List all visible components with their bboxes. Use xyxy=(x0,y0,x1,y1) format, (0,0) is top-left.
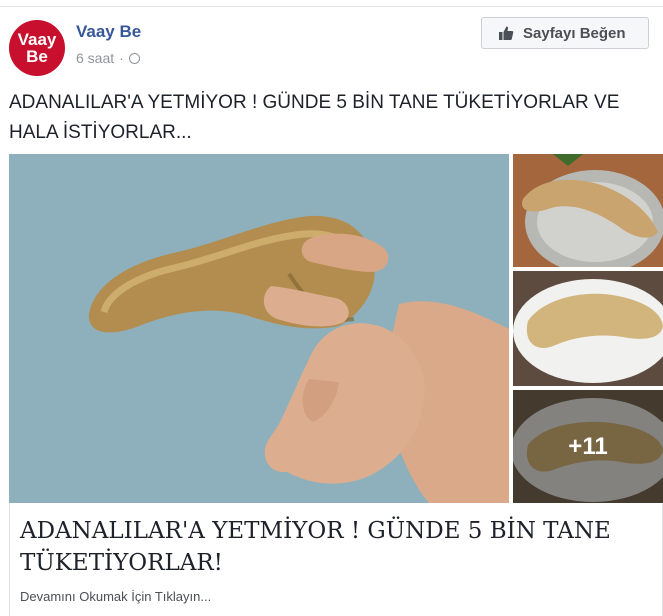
globe-icon xyxy=(128,52,140,64)
page-name-link[interactable]: Vaay Be xyxy=(76,22,141,42)
post-time[interactable]: 6 saat xyxy=(76,50,114,66)
thumbnail-1[interactable] xyxy=(513,154,663,267)
avatar-text-line1: Vaay xyxy=(17,30,57,49)
thumbnail-strip: +11 xyxy=(513,154,663,503)
link-preview[interactable]: ADANALILAR'A YETMİYOR ! GÜNDE 5 BİN TANE… xyxy=(9,503,663,616)
meta-separator: · xyxy=(119,50,124,66)
link-title[interactable]: ADANALILAR'A YETMİYOR ! GÜNDE 5 BİN TANE… xyxy=(20,515,640,579)
top-divider xyxy=(0,0,663,7)
post-media[interactable]: +11 xyxy=(9,154,663,503)
post-text: ADANALILAR'A YETMİYOR ! GÜNDE 5 BİN TANE… xyxy=(9,92,620,143)
thumbnail-1-photo xyxy=(513,154,663,267)
link-subtitle: Devamını Okumak İçin Tıklayın... xyxy=(20,589,212,604)
sausage-in-hand-photo xyxy=(9,154,509,503)
thumbnail-2[interactable] xyxy=(513,271,663,386)
avatar[interactable]: Vaay Be xyxy=(9,20,65,76)
like-page-label: Sayfayı Beğen xyxy=(523,24,626,42)
thumbnail-2-photo xyxy=(513,271,663,386)
more-photos-count: +11 xyxy=(568,432,608,460)
post-meta: 6 saat · xyxy=(76,50,140,66)
avatar-text-line2: Be xyxy=(26,47,48,66)
main-photo[interactable] xyxy=(9,154,509,503)
thumbnail-3-more[interactable]: +11 xyxy=(513,390,663,503)
like-page-button[interactable]: Sayfayı Beğen xyxy=(481,17,649,49)
thumbs-up-icon xyxy=(499,26,514,40)
